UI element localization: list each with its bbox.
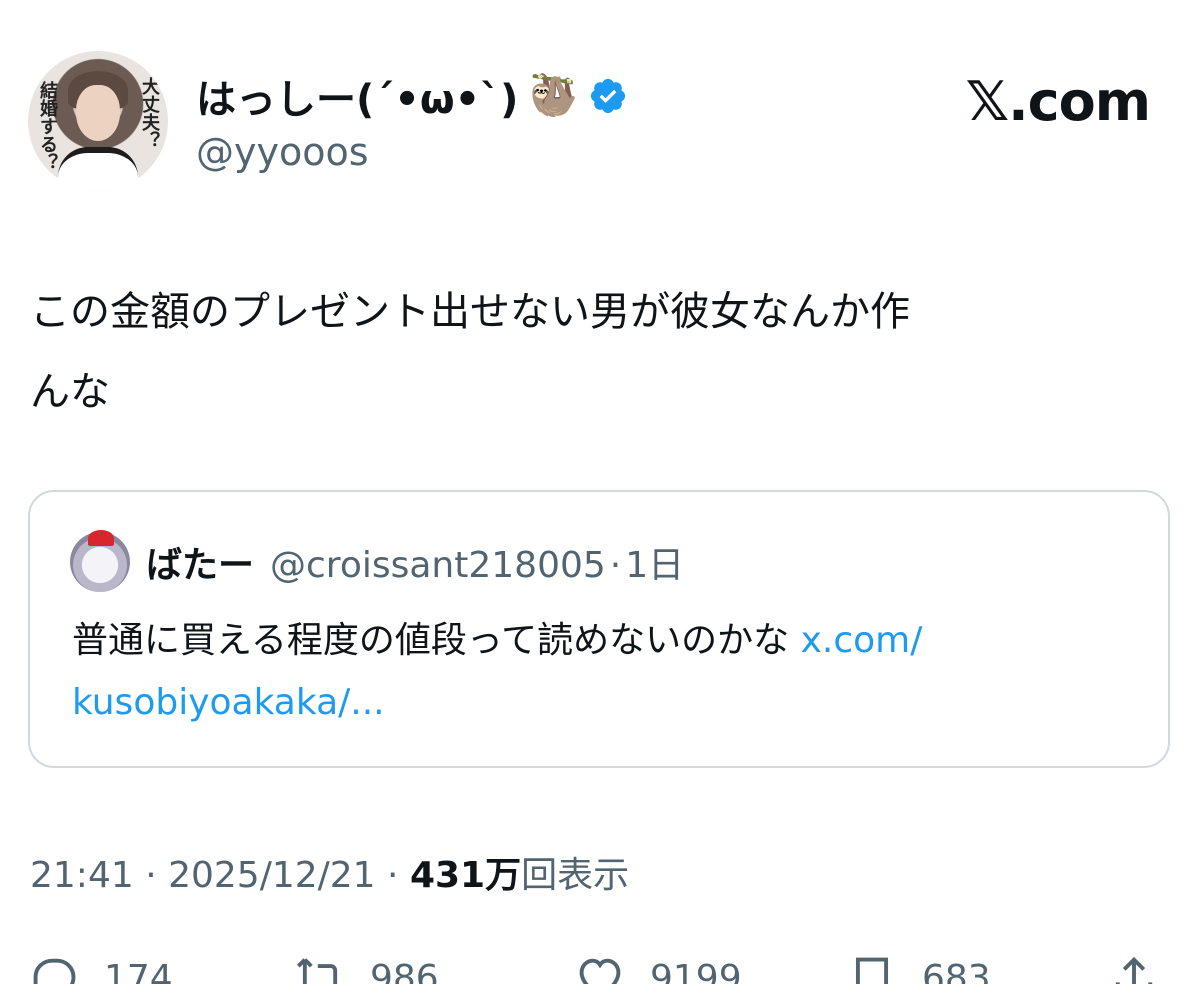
tweet-text-line: んな — [30, 369, 110, 415]
reply-icon — [33, 958, 76, 984]
bookmark-count: 683 — [922, 957, 991, 984]
author-avatar[interactable]: 結婚する？ 大丈夫？ — [28, 51, 168, 191]
quoted-link-continued[interactable]: kusobiyoakaka/... — [72, 682, 385, 723]
quoted-author-handle: @croissant218005 — [270, 545, 606, 586]
quoted-text-body: 普通に買える程度の値段って読めないのかな — [72, 620, 801, 661]
avatar-face — [76, 85, 120, 141]
bookmark-button[interactable]: 683 — [846, 952, 991, 984]
tweet-action-bar: 174 986 9199 683 — [0, 944, 1200, 984]
like-count: 9199 — [650, 957, 742, 984]
retweet-button[interactable]: 986 — [294, 952, 439, 984]
retweet-count: 986 — [370, 957, 439, 984]
avatar-text-right: 大丈夫？ — [139, 77, 160, 149]
author-display-name[interactable]: はっしー(´•ω•`) — [196, 67, 518, 125]
tweet-date[interactable]: 2025/12/21 — [168, 855, 376, 896]
quoted-tweet-card[interactable]: ばたー @croissant218005 · 1日 普通に買える程度の値段って読… — [28, 490, 1170, 768]
reply-count: 174 — [104, 957, 173, 984]
santa-hat-decoration — [88, 530, 114, 546]
quoted-link[interactable]: x.com/ — [801, 620, 923, 661]
avatar-shirt — [58, 147, 138, 191]
sloth-emoji: 🦥 — [528, 73, 579, 119]
views-count: 431万 — [409, 855, 522, 896]
meta-separator: · — [133, 855, 169, 896]
author-handle[interactable]: @yyooos — [196, 130, 369, 174]
author-name-row: はっしー(´•ω•`) 🦥 — [196, 66, 628, 126]
tweet-meta: 21:41 · 2025/12/21 · 431万回表示 — [30, 846, 629, 898]
verified-badge-icon[interactable] — [588, 76, 628, 116]
avatar-text-left: 結婚する？ — [37, 81, 58, 171]
tweet-page: 結婚する？ 大丈夫？ はっしー(´•ω•`) 🦥 @yyooos 𝕏.com こ… — [0, 0, 1200, 984]
quoted-tweet-header: ばたー @croissant218005 · 1日 — [146, 536, 684, 588]
meta-separator: · — [375, 855, 410, 896]
share-button[interactable] — [1108, 952, 1160, 984]
quoted-author-name: ばたー — [146, 545, 255, 586]
tweet-time[interactable]: 21:41 — [30, 855, 134, 896]
quoted-tweet-time: 1日 — [625, 545, 685, 586]
quoted-author-avatar — [70, 530, 130, 592]
x-com-brand-logo: 𝕏.com — [965, 70, 1151, 133]
views-label: 回表示 — [521, 855, 630, 896]
quoted-separator: · — [609, 545, 622, 586]
reply-button[interactable]: 174 — [28, 952, 173, 984]
tweet-text-line: この金額のプレゼント出せない男が彼女なんか作 — [30, 289, 910, 335]
heart-icon — [579, 958, 621, 984]
bookmark-icon — [855, 957, 889, 984]
retweet-icon — [296, 958, 338, 984]
quoted-tweet-text: 普通に買える程度の値段って読めないのかな x.com/ kusobiyoakak… — [72, 610, 1142, 734]
like-button[interactable]: 9199 — [574, 952, 742, 984]
tweet-text: この金額のプレゼント出せない男が彼女なんか作 んな — [30, 272, 1160, 432]
share-icon — [1115, 956, 1153, 984]
